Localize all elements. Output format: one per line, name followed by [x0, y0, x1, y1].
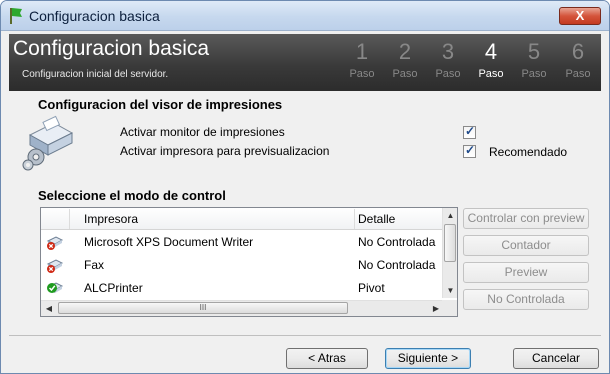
preview-checkbox[interactable]: ✓: [463, 143, 476, 158]
printer-name: Fax: [84, 258, 105, 272]
step-2: 2 Paso: [385, 39, 425, 80]
recommended-label: Recomendado: [489, 145, 568, 159]
printer-name: Microsoft XPS Document Writer: [84, 235, 254, 249]
check-mark-icon: ✓: [465, 143, 476, 157]
step-6: 6 Paso: [558, 39, 598, 80]
step-label: Paso: [478, 68, 504, 80]
table-row[interactable]: ALCPrinter Pivot: [41, 277, 444, 300]
step-label: Paso: [349, 68, 375, 80]
check-mark-icon: ✓: [465, 124, 476, 138]
vertical-scrollbar[interactable]: ▲ ▼: [442, 208, 457, 298]
printer-detail: No Controlada: [358, 258, 436, 272]
step-number: 1: [355, 39, 369, 64]
back-button[interactable]: < Atras: [286, 348, 368, 369]
preview-button[interactable]: Preview: [463, 262, 589, 283]
monitor-checkbox[interactable]: ✓: [463, 124, 476, 139]
column-header-detail[interactable]: Detalle: [358, 212, 395, 226]
printer-ok-icon: [46, 282, 64, 293]
step-4: 4 Paso: [471, 39, 511, 80]
step-number: 5: [527, 39, 541, 64]
scroll-thumb[interactable]: III: [58, 302, 348, 314]
printer-detail: No Controlada: [358, 235, 436, 249]
step-label: Paso: [435, 68, 461, 80]
printer-list[interactable]: Impresora Detalle Microsoft XPS Document…: [40, 207, 458, 317]
printer-settings-icon: [22, 115, 74, 171]
column-separator: [354, 209, 355, 229]
column-header-printer[interactable]: Impresora: [84, 212, 138, 226]
header-title: Configuracion basica: [13, 37, 210, 60]
wizard-window: Configuracion basica X Configuracion bas…: [0, 0, 610, 374]
scroll-thumb[interactable]: [444, 224, 456, 262]
step-number: 4: [484, 39, 498, 64]
wizard-content: Configuracion del visor de impresiones A…: [18, 91, 602, 335]
printer-detail: Pivot: [358, 281, 385, 295]
step-number: 6: [571, 39, 585, 64]
flag-icon: [10, 8, 22, 24]
step-1: 1 Paso: [342, 39, 382, 80]
next-button[interactable]: Siguiente >: [385, 348, 471, 369]
title-bar: Configuracion basica X: [1, 1, 609, 31]
table-row[interactable]: Microsoft XPS Document Writer No Control…: [41, 231, 444, 254]
header-subtitle: Configuracion inicial del servidor.: [22, 69, 169, 80]
step-5: 5 Paso: [514, 39, 554, 80]
step-label: Paso: [392, 68, 418, 80]
step-label: Paso: [521, 68, 547, 80]
preview-option-label: Activar impresora para previsualizacion: [120, 144, 330, 158]
monitor-option-label: Activar monitor de impresiones: [120, 125, 285, 139]
scroll-down-icon[interactable]: ▼: [443, 283, 457, 298]
step-3: 3 Paso: [428, 39, 468, 80]
footer-divider: [9, 335, 601, 336]
contador-button[interactable]: Contador: [463, 235, 589, 256]
step-label: Paso: [565, 68, 591, 80]
wizard-header: Configuracion basica Configuracion inici…: [9, 34, 601, 91]
viewer-section-title: Configuracion del visor de impresiones: [38, 97, 283, 112]
scroll-left-icon[interactable]: ◀: [41, 301, 57, 316]
list-header: Impresora Detalle: [41, 208, 444, 230]
step-number: 2: [398, 39, 412, 64]
printer-name: ALCPrinter: [84, 281, 143, 295]
printer-error-icon: [46, 259, 64, 273]
no-controlada-button[interactable]: No Controlada: [463, 289, 589, 310]
horizontal-scrollbar[interactable]: ◀ III ▶: [41, 300, 444, 316]
step-number: 3: [441, 39, 455, 64]
printer-error-icon: [46, 236, 64, 250]
scroll-up-icon[interactable]: ▲: [443, 208, 457, 223]
close-button[interactable]: X: [559, 7, 601, 25]
window-title: Configuracion basica: [29, 8, 160, 24]
table-row[interactable]: Fax No Controlada: [41, 254, 444, 277]
cancel-button[interactable]: Cancelar: [513, 348, 599, 369]
control-section-title: Seleccione el modo de control: [38, 188, 226, 203]
scroll-corner: [442, 300, 457, 316]
controlar-con-preview-button[interactable]: Controlar con preview: [463, 208, 589, 229]
column-separator: [69, 209, 70, 229]
